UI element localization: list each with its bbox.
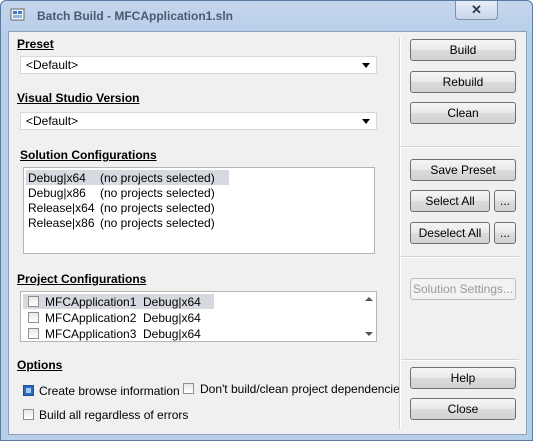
- rebuild-button-label: Rebuild: [442, 75, 484, 89]
- build-button[interactable]: Build: [410, 39, 516, 61]
- window-close-button[interactable]: ✕: [455, 1, 498, 20]
- clean-button[interactable]: Clean: [410, 102, 516, 124]
- scroll-up-icon[interactable]: [365, 297, 373, 301]
- project-configs-scrollbar[interactable]: [362, 293, 376, 340]
- project-config-row[interactable]: MFCApplication1 Debug|x64: [23, 294, 214, 309]
- dont-build-deps-checkbox[interactable]: [183, 383, 194, 394]
- project-name: MFCApplication3: [45, 326, 137, 341]
- project-name: MFCApplication1: [45, 294, 137, 309]
- close-button[interactable]: Close: [410, 398, 516, 420]
- select-all-button[interactable]: Select All: [410, 190, 490, 212]
- vs-version-value: <Default>: [26, 114, 79, 128]
- solution-config-name: Release|x86: [28, 215, 95, 230]
- solution-config-row[interactable]: Release|x86 (no projects selected): [26, 215, 229, 230]
- project-name: MFCApplication2: [45, 310, 137, 325]
- dialog-client-area: Preset <Default> Visual Studio Version <…: [8, 31, 527, 435]
- vs-version-label: Visual Studio Version: [17, 91, 140, 105]
- clean-button-label: Clean: [447, 106, 479, 120]
- solution-configs-label: Solution Configurations: [20, 148, 157, 162]
- chevron-down-icon: [362, 63, 370, 68]
- build-all-checkbox[interactable]: [23, 409, 34, 420]
- dont-build-deps-label: Don't build/clean project dependencie: [200, 382, 400, 396]
- horizontal-separator: [401, 359, 519, 361]
- solution-config-row[interactable]: Debug|x64 (no projects selected): [26, 170, 229, 185]
- title-bar[interactable]: Batch Build - MFCApplication1.sln ✕: [1, 1, 532, 31]
- project-config-row[interactable]: MFCApplication3 Debug|x64: [23, 326, 214, 341]
- solution-settings-button-label: Solution Settings...: [412, 282, 514, 296]
- project-config: Debug|x64: [143, 326, 201, 341]
- solution-config-status: (no projects selected): [100, 170, 215, 185]
- deselect-all-more-button[interactable]: ...: [494, 222, 516, 244]
- help-button[interactable]: Help: [410, 367, 516, 389]
- close-button-label: Close: [447, 402, 479, 416]
- project-configs-list[interactable]: MFCApplication1 Debug|x64 MFCApplication…: [20, 291, 377, 342]
- save-preset-button-label: Save Preset: [430, 163, 496, 177]
- select-all-more-button[interactable]: ...: [494, 190, 516, 212]
- solution-configs-list[interactable]: Debug|x64 (no projects selected) Debug|x…: [23, 167, 375, 254]
- project-config-row[interactable]: MFCApplication2 Debug|x64: [23, 310, 214, 325]
- project-checkbox[interactable]: [28, 296, 39, 307]
- preset-value: <Default>: [26, 58, 79, 72]
- help-button-label: Help: [450, 371, 476, 385]
- select-all-button-label: Select All: [425, 194, 475, 208]
- solution-settings-button[interactable]: Solution Settings...: [410, 278, 516, 300]
- solution-config-status: (no projects selected): [100, 200, 215, 215]
- vs-version-combobox[interactable]: <Default>: [20, 112, 377, 130]
- window-title: Batch Build - MFCApplication1.sln: [37, 9, 234, 23]
- deselect-all-button[interactable]: Deselect All: [410, 222, 490, 244]
- vertical-separator: [399, 37, 401, 429]
- solution-config-name: Release|x64: [28, 200, 95, 215]
- solution-config-name: Debug|x86: [28, 185, 86, 200]
- more-icon: ...: [499, 194, 510, 208]
- more-icon: ...: [499, 226, 510, 240]
- project-checkbox[interactable]: [28, 328, 39, 339]
- preset-label: Preset: [17, 37, 54, 51]
- deselect-all-button-label: Deselect All: [418, 226, 482, 240]
- save-preset-button[interactable]: Save Preset: [410, 159, 516, 181]
- chevron-down-icon: [362, 119, 370, 124]
- project-configs-label: Project Configurations: [17, 272, 147, 286]
- solution-config-row[interactable]: Release|x64 (no projects selected): [26, 200, 229, 215]
- scroll-down-icon[interactable]: [365, 332, 373, 336]
- app-icon: [10, 8, 25, 21]
- rebuild-button[interactable]: Rebuild: [410, 71, 516, 93]
- horizontal-separator: [401, 256, 519, 258]
- batch-build-window: Batch Build - MFCApplication1.sln ✕ Pres…: [0, 0, 533, 441]
- solution-config-name: Debug|x64: [28, 170, 86, 185]
- close-icon: ✕: [471, 2, 482, 17]
- project-checkbox[interactable]: [28, 312, 39, 323]
- project-config: Debug|x64: [143, 294, 201, 309]
- horizontal-separator: [401, 146, 519, 148]
- options-label: Options: [17, 358, 63, 372]
- create-browse-checkbox[interactable]: [23, 385, 34, 396]
- project-config: Debug|x64: [143, 310, 201, 325]
- solution-config-status: (no projects selected): [100, 185, 215, 200]
- build-all-label: Build all regardless of errors: [39, 408, 189, 422]
- preset-combobox[interactable]: <Default>: [20, 56, 377, 74]
- create-browse-label: Create browse information: [39, 384, 180, 398]
- build-button-label: Build: [449, 43, 477, 57]
- solution-config-status: (no projects selected): [100, 215, 215, 230]
- solution-config-row[interactable]: Debug|x86 (no projects selected): [26, 185, 229, 200]
